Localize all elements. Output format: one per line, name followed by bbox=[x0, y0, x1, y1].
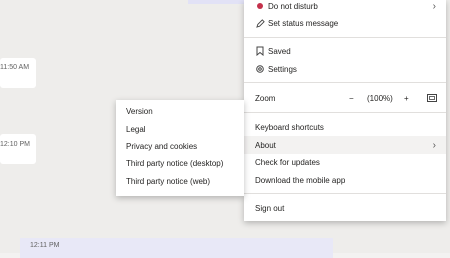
profile-menu: Do not disturb › Set status message Save… bbox=[244, 0, 446, 221]
chevron-right-icon: › bbox=[432, 0, 436, 12]
message-timestamp: 11:50 AM bbox=[0, 64, 30, 71]
menu-item-label: Saved bbox=[268, 46, 291, 56]
message-bubble-top bbox=[188, 0, 248, 4]
menu-item-download-mobile[interactable]: Download the mobile app bbox=[244, 171, 446, 189]
menu-item-set-status[interactable]: Set status message bbox=[244, 14, 446, 32]
menu-item-label: Do not disturb bbox=[268, 1, 318, 11]
submenu-item-version[interactable]: Version bbox=[126, 107, 153, 116]
menu-item-label: Settings bbox=[268, 64, 297, 74]
zoom-out-button[interactable]: − bbox=[349, 94, 354, 103]
gear-icon bbox=[255, 64, 265, 74]
zoom-value: (100%) bbox=[367, 93, 393, 103]
menu-divider bbox=[244, 82, 446, 83]
message-timestamp: 12:10 PM bbox=[0, 141, 30, 148]
menu-item-label: Set status message bbox=[268, 18, 339, 28]
menu-item-settings[interactable]: Settings bbox=[244, 60, 446, 78]
menu-item-about[interactable]: About › bbox=[244, 136, 446, 154]
message-timestamp: 12:11 PM bbox=[30, 242, 60, 249]
chevron-right-icon: › bbox=[432, 139, 436, 151]
menu-item-do-not-disturb[interactable]: Do not disturb › bbox=[244, 0, 446, 15]
fit-screen-icon[interactable] bbox=[427, 94, 437, 102]
menu-item-check-updates[interactable]: Check for updates bbox=[244, 153, 446, 171]
status-dnd-icon bbox=[255, 1, 265, 11]
submenu-item-third-party-web[interactable]: Third party notice (web) bbox=[126, 177, 210, 186]
message-bubble-self[interactable] bbox=[20, 238, 333, 258]
about-submenu: Version Legal Privacy and cookies Third … bbox=[116, 100, 244, 196]
menu-divider bbox=[244, 37, 446, 38]
zoom-in-button[interactable]: + bbox=[404, 94, 409, 103]
menu-divider bbox=[244, 193, 446, 194]
menu-item-keyboard-shortcuts[interactable]: Keyboard shortcuts bbox=[244, 118, 446, 136]
submenu-item-legal[interactable]: Legal bbox=[126, 125, 146, 134]
bookmark-icon bbox=[255, 46, 265, 56]
menu-divider bbox=[244, 112, 446, 113]
message-card[interactable] bbox=[0, 134, 36, 164]
menu-item-label: Download the mobile app bbox=[255, 175, 346, 185]
message-card[interactable] bbox=[0, 58, 36, 88]
menu-item-label: Keyboard shortcuts bbox=[255, 122, 324, 132]
menu-item-label: Sign out bbox=[255, 203, 285, 213]
submenu-item-privacy[interactable]: Privacy and cookies bbox=[126, 142, 197, 151]
edit-icon bbox=[255, 18, 265, 28]
menu-item-sign-out[interactable]: Sign out bbox=[244, 199, 446, 217]
menu-item-label: About bbox=[255, 140, 276, 150]
menu-item-zoom: Zoom − (100%) + bbox=[244, 89, 446, 107]
zoom-label: Zoom bbox=[255, 93, 276, 103]
submenu-item-third-party-desktop[interactable]: Third party notice (desktop) bbox=[126, 159, 223, 168]
menu-item-saved[interactable]: Saved bbox=[244, 42, 446, 60]
menu-item-label: Check for updates bbox=[255, 157, 320, 167]
